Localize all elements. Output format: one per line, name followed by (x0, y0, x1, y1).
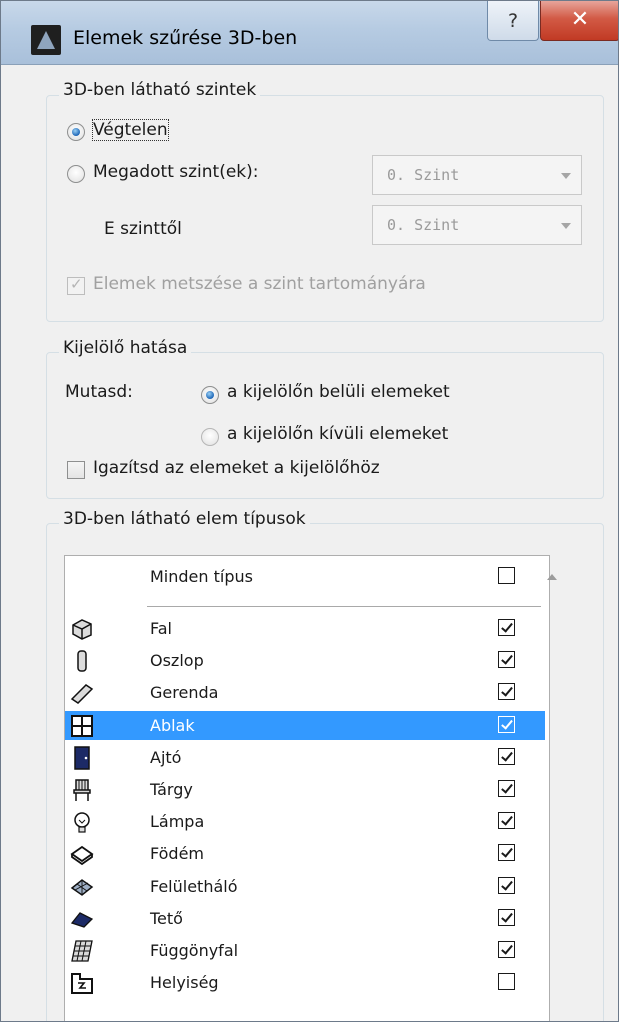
cut-to-level-label[interactable]: Elemek metszése a szint tartományára (93, 274, 426, 294)
type-row-label: Gerenda (150, 683, 219, 703)
filter-3d-dialog: Elemek szűrése 3D-ben ? ✕ 3D-ben látható… (0, 0, 619, 1022)
all-types-row[interactable]: Minden típus (65, 562, 545, 591)
type-row-1[interactable]: Fal (65, 614, 545, 643)
type-row-label: Födém (150, 844, 205, 864)
type-row-7[interactable]: Lámpa (65, 807, 545, 836)
type-row-9[interactable]: Felületháló (65, 872, 545, 901)
type-row-label: Tető (150, 908, 183, 928)
type-row-checkbox[interactable] (498, 876, 515, 894)
from-level-label: E szinttől (104, 219, 182, 239)
fit-to-marquee-checkbox[interactable] (67, 461, 85, 479)
close-button[interactable]: ✕ (540, 1, 618, 41)
type-row-12[interactable]: Helyiség (65, 968, 545, 997)
radio-specified-label[interactable]: Megadott szint(ek): (93, 162, 259, 182)
type-row-3[interactable]: Gerenda (65, 678, 545, 707)
type-row-label: Ablak (150, 715, 195, 735)
radio-inside-label[interactable]: a kijelölőn belüli elemeket (227, 382, 450, 402)
types-group-title: 3D-ben látható elem típusok (59, 509, 310, 529)
type-row-label: Függönyfal (150, 941, 239, 960)
type-row-checkbox[interactable] (498, 683, 515, 701)
column-icon (70, 649, 94, 673)
type-row-checkbox[interactable] (498, 941, 515, 958)
type-row-checkbox[interactable] (498, 844, 515, 862)
type-row-label: Ajtó (150, 747, 182, 767)
level-select-2-value: 0. Szint (387, 216, 460, 234)
type-row-label: Oszlop (150, 651, 204, 671)
element-type-list[interactable]: Minden típus Fal Oszlop Gerenda Ablak Ajtó Tá… (64, 555, 557, 1021)
chevron-down-icon (561, 173, 571, 179)
type-row-8[interactable]: Födém (65, 839, 545, 868)
marquee-group-title: Kijelölő hatása (59, 338, 192, 358)
radio-outside-marquee[interactable] (201, 428, 219, 446)
lamp-icon (70, 810, 94, 834)
radio-inside-marquee[interactable] (201, 386, 219, 404)
list-divider (147, 606, 541, 607)
type-row-label: Felületháló (150, 876, 238, 896)
door-icon (70, 746, 94, 770)
type-row-label: Fal (150, 619, 172, 638)
type-row-4[interactable]: Ablak (65, 710, 545, 740)
checkmark-icon: ✓ (70, 275, 83, 293)
type-row-checkbox[interactable] (498, 747, 515, 765)
archicad-app-icon (31, 25, 61, 55)
show-label: Mutasd: (65, 382, 133, 402)
cut-to-level-checkbox[interactable]: ✓ (67, 275, 85, 295)
radio-outside-label[interactable]: a kijelölőn kívüli elemeket (227, 424, 448, 444)
radio-infinite-label[interactable]: Végtelen (92, 119, 169, 141)
type-row-checkbox[interactable] (498, 973, 515, 991)
type-row-10[interactable]: Tető (65, 904, 545, 933)
object-icon (70, 778, 94, 802)
radio-infinite[interactable] (67, 123, 85, 141)
type-row-checkbox[interactable] (498, 908, 515, 926)
type-row-11[interactable]: Függönyfal (65, 936, 545, 965)
type-row-2[interactable]: Oszlop (65, 646, 545, 675)
type-row-label: Helyiség (150, 973, 219, 993)
level-select-2[interactable]: 0. Szint (372, 205, 582, 245)
curtain-wall-icon (70, 939, 94, 963)
type-row-checkbox[interactable] (498, 715, 515, 733)
type-row-5[interactable]: Ajtó (65, 743, 545, 772)
fit-to-marquee-label[interactable]: Igazítsd az elemeket a kijelölőhöz (93, 458, 380, 478)
level-select-1[interactable]: 0. Szint (372, 155, 582, 195)
beam-icon (70, 681, 94, 705)
levels-group-title: 3D-ben látható szintek (59, 80, 261, 100)
scroll-up-icon[interactable] (547, 574, 557, 580)
radio-specified-levels[interactable] (67, 165, 85, 183)
window-title: Elemek szűrése 3D-ben (73, 27, 298, 49)
title-bar[interactable]: Elemek szűrése 3D-ben ? ✕ (1, 1, 618, 65)
type-row-checkbox[interactable] (498, 812, 515, 830)
zone-icon (70, 971, 94, 995)
chevron-down-icon (561, 223, 571, 229)
all-types-label: Minden típus (150, 567, 253, 586)
type-row-checkbox[interactable] (498, 619, 515, 636)
slab-icon (70, 842, 94, 866)
type-row-6[interactable]: Tárgy (65, 775, 545, 804)
wall-icon (70, 617, 94, 641)
window-icon (70, 714, 94, 738)
mesh-icon (70, 875, 94, 899)
type-row-checkbox[interactable] (498, 780, 515, 797)
type-row-label: Tárgy (150, 780, 193, 799)
level-select-1-value: 0. Szint (387, 166, 460, 184)
roof-icon (70, 907, 94, 931)
type-row-label: Lámpa (150, 812, 205, 832)
help-button[interactable]: ? (487, 1, 539, 41)
type-row-checkbox[interactable] (498, 651, 515, 669)
all-types-checkbox[interactable] (498, 567, 515, 584)
